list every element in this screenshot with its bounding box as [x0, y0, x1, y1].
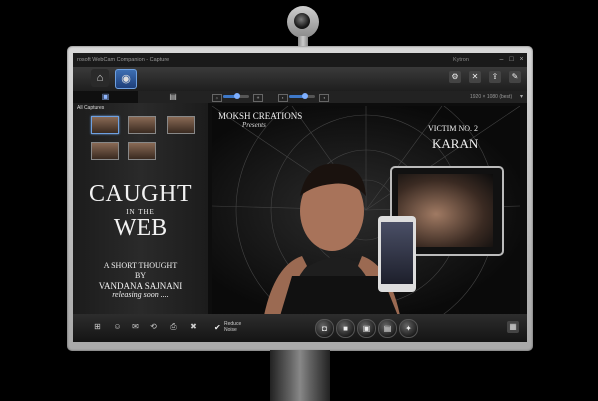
brightness-max-icon: ☀	[253, 94, 263, 102]
share-icon: ✎	[511, 72, 519, 81]
video-clip-icon: ▣	[362, 324, 371, 333]
capture-thumbnail[interactable]	[91, 142, 119, 160]
gallery-icon: ▦	[509, 322, 517, 331]
monitor-stand	[270, 350, 330, 401]
victim-name: KARAN	[432, 136, 479, 151]
gallery-button[interactable]: ▦	[507, 321, 519, 333]
poster-subtitle: A SHORT THOUGHT	[103, 261, 178, 270]
chevron-down-icon[interactable]: ▾	[520, 91, 523, 103]
monitor: rosoft WebCam Companion - Capture Kytron…	[67, 46, 533, 351]
phone-screen	[381, 222, 413, 284]
presents-label: Presents	[242, 121, 266, 129]
settings-button[interactable]: ⚙	[449, 71, 461, 83]
settings-icon: ⚙	[451, 72, 459, 81]
camera-preview: MOKSH CREATIONS Presents VICTIM NO. 2 KA…	[212, 106, 520, 315]
people-icon[interactable]: ☺	[113, 322, 122, 331]
capture-thumbnail[interactable]	[128, 142, 156, 160]
contrast-slider-knob[interactable]	[301, 93, 308, 99]
webcam	[285, 6, 321, 50]
capture-thumbnail[interactable]	[128, 116, 156, 134]
phone-image	[378, 216, 416, 292]
video-icon: ■	[343, 324, 348, 333]
upload-button[interactable]: ⇪	[489, 71, 501, 83]
sequence-button[interactable]: ▤	[378, 319, 397, 338]
camera-icon: ◉	[121, 73, 131, 85]
poster-title-line3: WEB	[113, 215, 168, 241]
upload-icon: ⇪	[491, 72, 499, 81]
take-photo-button[interactable]: ◘	[315, 319, 334, 338]
contrast-icon: ◐	[278, 94, 288, 102]
window-title: rosoft WebCam Companion - Capture	[77, 57, 170, 63]
main-toolbar: ⌂ ◉ ⚙ ✕ ⇪ ✎	[73, 67, 527, 92]
title-bar: rosoft WebCam Companion - Capture Kytron…	[73, 53, 527, 67]
gallery-icon: ▤	[169, 92, 177, 101]
tab-captures[interactable]: ▣	[73, 91, 138, 103]
capture-button[interactable]: ◉	[115, 69, 137, 89]
tab-gallery[interactable]: ▤	[138, 91, 208, 103]
studio-name: MOKSH CREATIONS	[218, 111, 303, 121]
home-button[interactable]: ⌂	[91, 69, 109, 87]
contrast-max-icon: ◑	[319, 94, 329, 102]
rotate-icon[interactable]: ⟲	[149, 322, 158, 331]
delete-icon[interactable]: ✖	[189, 322, 198, 331]
minimize-icon[interactable]: –	[497, 56, 506, 64]
monitor-screen: rosoft WebCam Companion - Capture Kytron…	[73, 53, 527, 342]
email-icon[interactable]: ✉	[131, 322, 140, 331]
sequence-icon: ▤	[383, 324, 392, 333]
brightness-slider[interactable]	[223, 93, 249, 99]
brightness-slider-knob[interactable]	[234, 93, 241, 99]
effects-button[interactable]: ✦	[399, 319, 418, 338]
poster-by: BY	[134, 271, 147, 280]
video-clip-button[interactable]: ▣	[357, 319, 376, 338]
victim-label: VICTIM NO. 2	[428, 124, 478, 133]
capture-thumbnail[interactable]	[91, 116, 119, 134]
sidebar: All Captures CAUGHT IN THE WEB A SHORT T…	[73, 103, 208, 314]
tools-icon: ✕	[471, 72, 479, 81]
capture-icon: ▣	[101, 92, 110, 101]
import-icon[interactable]: ⊞	[93, 322, 102, 331]
effects-icon: ✦	[405, 324, 412, 333]
sidebar-toolbar: ⊞ ☺ ✉ ⟲ ⎙ ✖	[73, 314, 208, 342]
reduce-noise-checkbox[interactable]: ✔	[214, 324, 221, 332]
home-icon: ⌂	[96, 72, 104, 84]
share-button[interactable]: ✎	[509, 71, 521, 83]
resolution-select[interactable]: 1920 × 1080 (best)	[470, 91, 512, 103]
left-tabs: ▣ ▤	[73, 91, 208, 103]
capture-thumbnail[interactable]	[167, 116, 195, 134]
capture-toolbar: ✔ Reduce Noise ◘ ■ ▣ ▤ ✦ ▦	[208, 314, 527, 342]
brightness-icon: ☼	[212, 94, 222, 102]
release-note: releasing soon ....	[112, 290, 169, 299]
controls-bar: ☼ ☀ ◐ ◑ 1920 × 1080 (best) ▾	[208, 91, 527, 103]
contrast-slider[interactable]	[289, 93, 315, 99]
all-captures-header[interactable]: All Captures	[77, 105, 104, 111]
record-video-button[interactable]: ■	[336, 319, 355, 338]
close-icon[interactable]: ×	[517, 56, 526, 64]
camera-icon: ◘	[322, 324, 327, 333]
tools-button[interactable]: ✕	[469, 71, 481, 83]
poster-title-line1: CAUGHT	[89, 181, 192, 207]
brand-label: Kytron	[453, 57, 469, 63]
print-icon[interactable]: ⎙	[169, 322, 178, 331]
maximize-icon[interactable]: □	[507, 56, 516, 64]
webcam-lens	[294, 13, 310, 29]
reduce-noise-label: Reduce Noise	[224, 321, 242, 333]
